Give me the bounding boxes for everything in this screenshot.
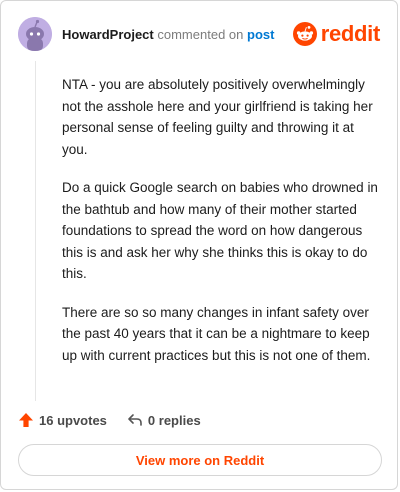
comment-paragraph: Do a quick Google search on babies who d…: [62, 180, 378, 281]
comment-paragraph: NTA - you are absolutely positively over…: [62, 77, 373, 157]
arrow-up-icon: [19, 413, 33, 427]
upvote-button[interactable]: 16 upvotes: [18, 412, 107, 428]
comment-meta: HowardProject commented on post: [62, 27, 274, 42]
comment-paragraph: There are so so many changes in infant s…: [62, 304, 371, 363]
snoo-avatar-icon: [18, 17, 52, 51]
user-avatar[interactable]: [18, 17, 52, 51]
reply-arrow-icon: [128, 414, 142, 426]
thread-line: [35, 61, 36, 401]
reddit-logo[interactable]: reddit: [292, 21, 381, 47]
view-more-button[interactable]: View more on Reddit: [18, 444, 382, 476]
username-link[interactable]: HowardProject: [62, 27, 154, 42]
reddit-snoo-icon: [292, 22, 317, 46]
comment-header: HowardProject commented on post reddit: [18, 17, 380, 51]
comment-actions: 16 upvotes 0 replies: [18, 409, 221, 431]
reddit-wordmark: reddit: [320, 21, 381, 46]
upvote-count: 16 upvotes: [39, 412, 107, 428]
reply-count: 0 replies: [147, 412, 201, 428]
reply-button[interactable]: 0 replies: [127, 412, 201, 428]
action-text: commented on: [157, 27, 244, 42]
comment-body: NTA - you are absolutely positively over…: [62, 74, 382, 383]
post-link[interactable]: post: [247, 27, 274, 42]
reddit-comment-embed: HowardProject commented on post reddit N…: [0, 0, 398, 490]
